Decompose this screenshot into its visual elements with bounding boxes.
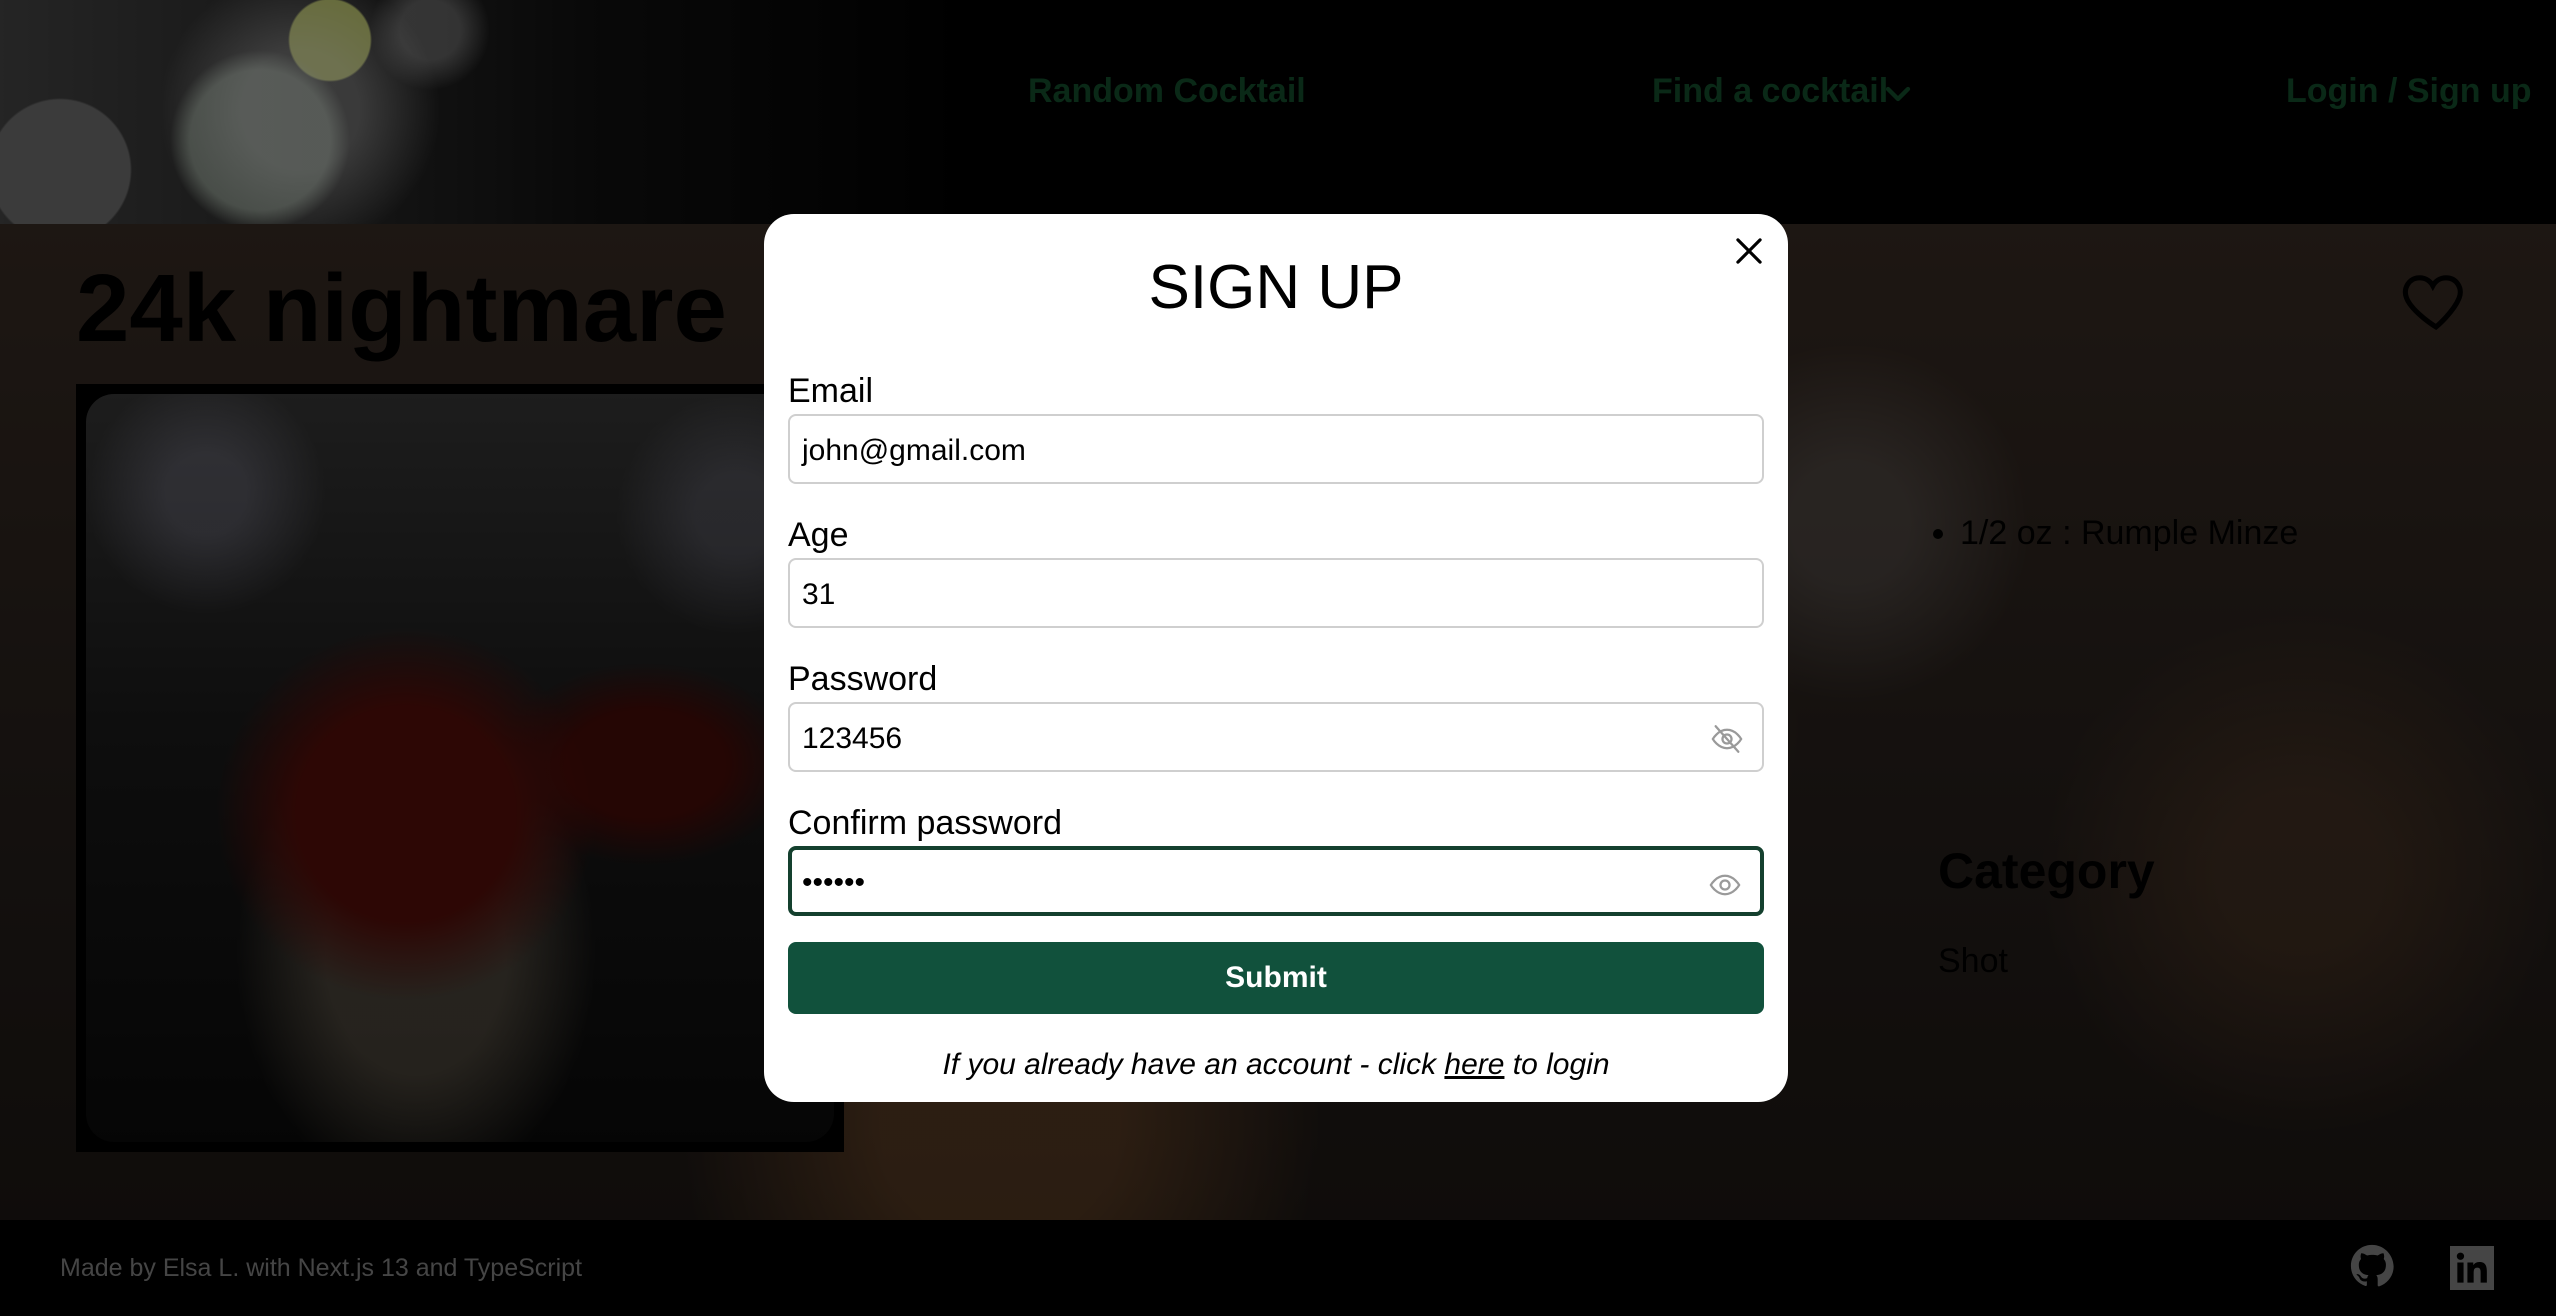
age-field[interactable]: 31 xyxy=(788,558,1764,628)
close-icon[interactable] xyxy=(1730,232,1768,270)
submit-button[interactable]: Submit xyxy=(788,942,1764,1014)
modal-title: SIGN UP xyxy=(1148,253,1404,322)
age-label: Age xyxy=(788,516,849,554)
login-hint-before: If you already have an account - click xyxy=(942,1048,1445,1081)
login-link[interactable]: here xyxy=(1444,1048,1504,1081)
email-field[interactable]: john@gmail.com xyxy=(788,414,1764,484)
signup-modal: SIGN UP Email john@gmail.com Age 31 Pass… xyxy=(764,214,1788,1102)
email-value: john@gmail.com xyxy=(802,434,1026,467)
password-field[interactable]: 123456 xyxy=(788,702,1764,772)
eye-off-icon[interactable] xyxy=(1708,722,1746,756)
eye-icon[interactable] xyxy=(1706,868,1744,902)
login-hint-after: to login xyxy=(1504,1048,1610,1081)
age-value: 31 xyxy=(802,578,836,611)
password-label: Password xyxy=(788,660,938,698)
password-value: 123456 xyxy=(802,722,903,755)
confirm-password-value: •••••• xyxy=(802,866,866,899)
confirm-password-field[interactable]: •••••• xyxy=(788,846,1764,916)
login-hint: If you already have an account - click h… xyxy=(764,1048,1788,1082)
email-label: Email xyxy=(788,372,874,410)
confirm-password-label: Confirm password xyxy=(788,804,1062,842)
